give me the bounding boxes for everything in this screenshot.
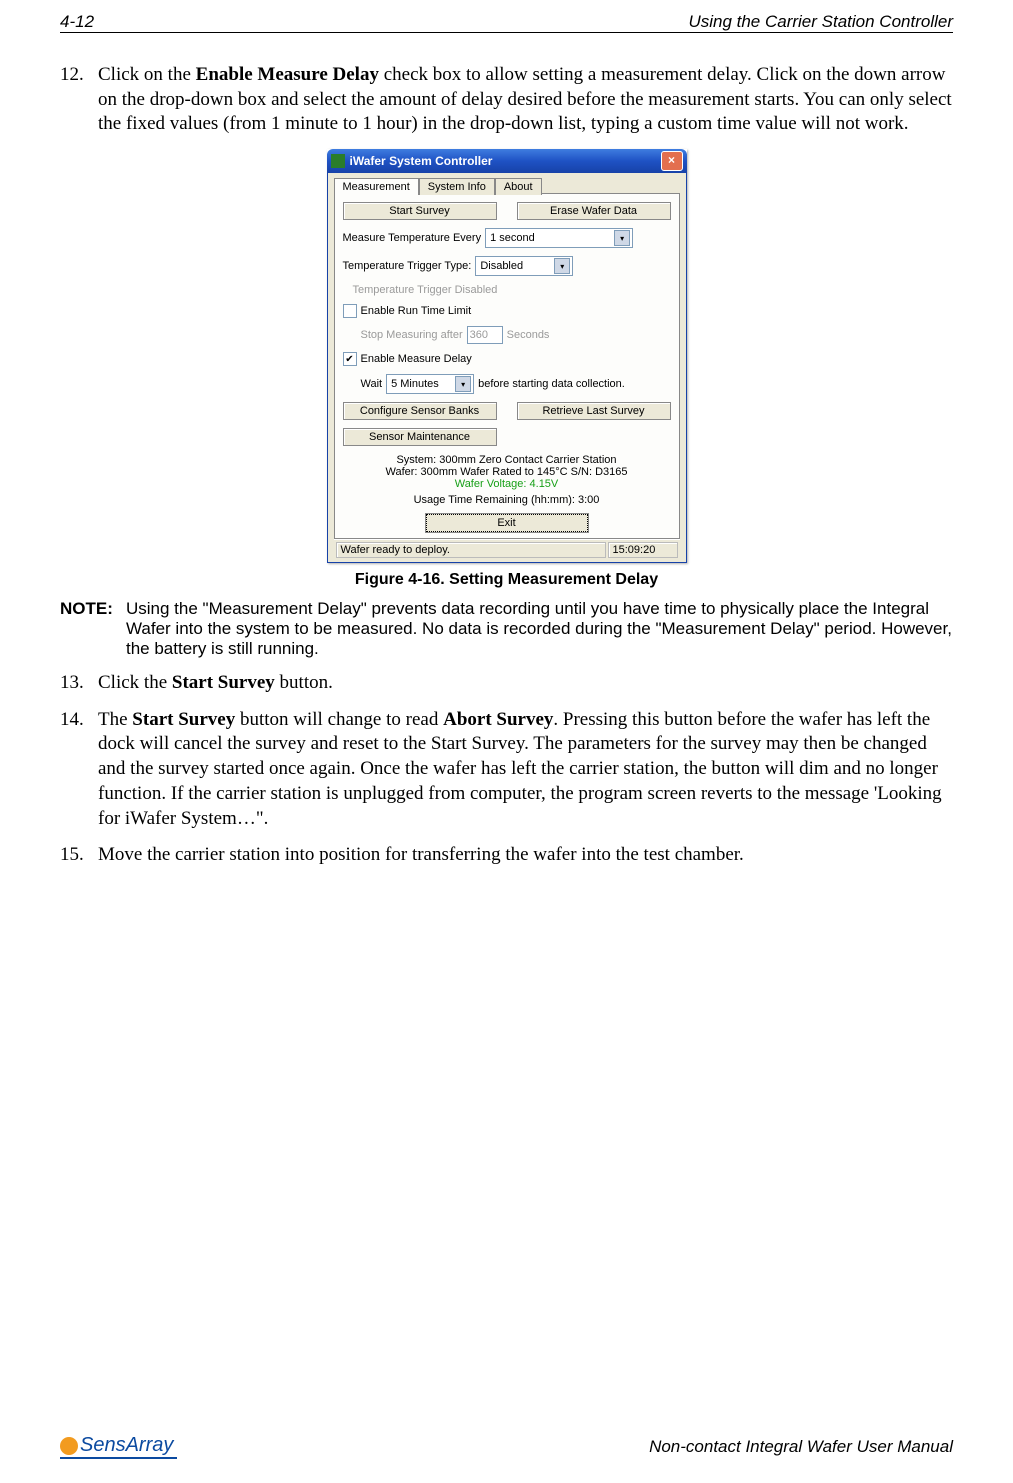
section-title: Using the Carrier Station Controller xyxy=(688,12,953,32)
tab-system-info[interactable]: System Info xyxy=(419,178,495,195)
wait-label: Wait xyxy=(361,378,383,390)
page-number: 4-12 xyxy=(60,12,94,32)
app-window: iWafer System Controller × Measurement S… xyxy=(327,149,687,563)
sensor-maint-button[interactable]: Sensor Maintenance xyxy=(343,428,497,446)
step-number-15: 15. xyxy=(60,843,98,868)
figure-caption: Figure 4-16. Setting Measurement Delay xyxy=(60,571,953,589)
stop-after-pre: Stop Measuring after xyxy=(361,329,463,341)
tab-measurement[interactable]: Measurement xyxy=(334,178,419,195)
text-fragment: Click on the xyxy=(98,64,196,85)
app-icon xyxy=(331,154,345,168)
step-number-13: 13. xyxy=(60,671,98,696)
text-fragment: button. xyxy=(275,672,333,693)
retrieve-last-button[interactable]: Retrieve Last Survey xyxy=(517,402,671,420)
text-bold: Abort Survey xyxy=(443,709,553,730)
mte-label: Measure Temperature Every xyxy=(343,232,482,244)
wafer-voltage: Wafer Voltage: 4.15V xyxy=(343,478,671,490)
step-number-12: 12. xyxy=(60,63,98,137)
step-13-text: Click the Start Survey button. xyxy=(98,671,953,696)
ttt-value: Disabled xyxy=(480,260,523,272)
wait-value: 5 Minutes xyxy=(391,378,439,390)
status-clock: 15:09:20 xyxy=(608,542,678,558)
logo-text: SensArray xyxy=(80,1434,173,1456)
text-bold: Enable Measure Delay xyxy=(196,64,379,85)
delay-label: Enable Measure Delay xyxy=(361,353,472,365)
wait-dropdown[interactable]: 5 Minutes ▾ xyxy=(386,374,474,394)
wafer-line: Wafer: 300mm Wafer Rated to 145°C S/N: D… xyxy=(343,466,671,478)
text-bold: Start Survey xyxy=(172,672,275,693)
note-label: NOTE: xyxy=(60,599,126,659)
close-icon[interactable]: × xyxy=(661,151,683,171)
figure-4-16: iWafer System Controller × Measurement S… xyxy=(60,149,953,563)
wait-post: before starting data collection. xyxy=(478,378,625,390)
chevron-down-icon: ▾ xyxy=(614,230,630,246)
window-titlebar: iWafer System Controller × xyxy=(327,149,687,173)
ttt-disabled-text: Temperature Trigger Disabled xyxy=(353,284,498,296)
window-title: iWafer System Controller xyxy=(350,154,661,168)
configure-banks-button[interactable]: Configure Sensor Banks xyxy=(343,402,497,420)
mte-dropdown[interactable]: 1 second ▾ xyxy=(485,228,633,248)
exit-button[interactable]: Exit xyxy=(426,514,588,532)
step-number-14: 14. xyxy=(60,708,98,831)
ttt-dropdown[interactable]: Disabled ▾ xyxy=(475,256,573,276)
text-fragment: The xyxy=(98,709,132,730)
step-15-text: Move the carrier station into position f… xyxy=(98,843,953,868)
delay-checkbox[interactable]: ✔ xyxy=(343,352,357,366)
runtime-checkbox[interactable] xyxy=(343,304,357,318)
text-fragment: Click the xyxy=(98,672,172,693)
chevron-down-icon: ▾ xyxy=(554,258,570,274)
system-line: System: 300mm Zero Contact Carrier Stati… xyxy=(343,454,671,466)
erase-wafer-button[interactable]: Erase Wafer Data xyxy=(517,202,671,220)
runtime-label: Enable Run Time Limit xyxy=(361,305,472,317)
sun-icon xyxy=(60,1437,78,1455)
note-text: Using the "Measurement Delay" prevents d… xyxy=(126,599,953,659)
step-12-text: Click on the Enable Measure Delay check … xyxy=(98,63,953,137)
ttt-label: Temperature Trigger Type: xyxy=(343,260,472,272)
footer-manual-title: Non-contact Integral Wafer User Manual xyxy=(649,1437,953,1457)
sensarray-logo: SensArray xyxy=(60,1434,177,1459)
chevron-down-icon: ▾ xyxy=(455,376,471,392)
stop-after-input: 360 xyxy=(467,326,503,344)
stop-after-post: Seconds xyxy=(507,329,550,341)
status-bar: Wafer ready to deploy. 15:09:20 xyxy=(334,539,680,560)
start-survey-button[interactable]: Start Survey xyxy=(343,202,497,220)
text-fragment: button will change to read xyxy=(235,709,443,730)
text-bold: Start Survey xyxy=(132,709,235,730)
usage-time: Usage Time Remaining (hh:mm): 3:00 xyxy=(343,494,671,506)
status-message: Wafer ready to deploy. xyxy=(336,542,606,558)
mte-value: 1 second xyxy=(490,232,535,244)
tab-about[interactable]: About xyxy=(495,178,542,195)
step-14-text: The Start Survey button will change to r… xyxy=(98,708,953,831)
tab-strip: Measurement System Info About xyxy=(334,177,680,194)
